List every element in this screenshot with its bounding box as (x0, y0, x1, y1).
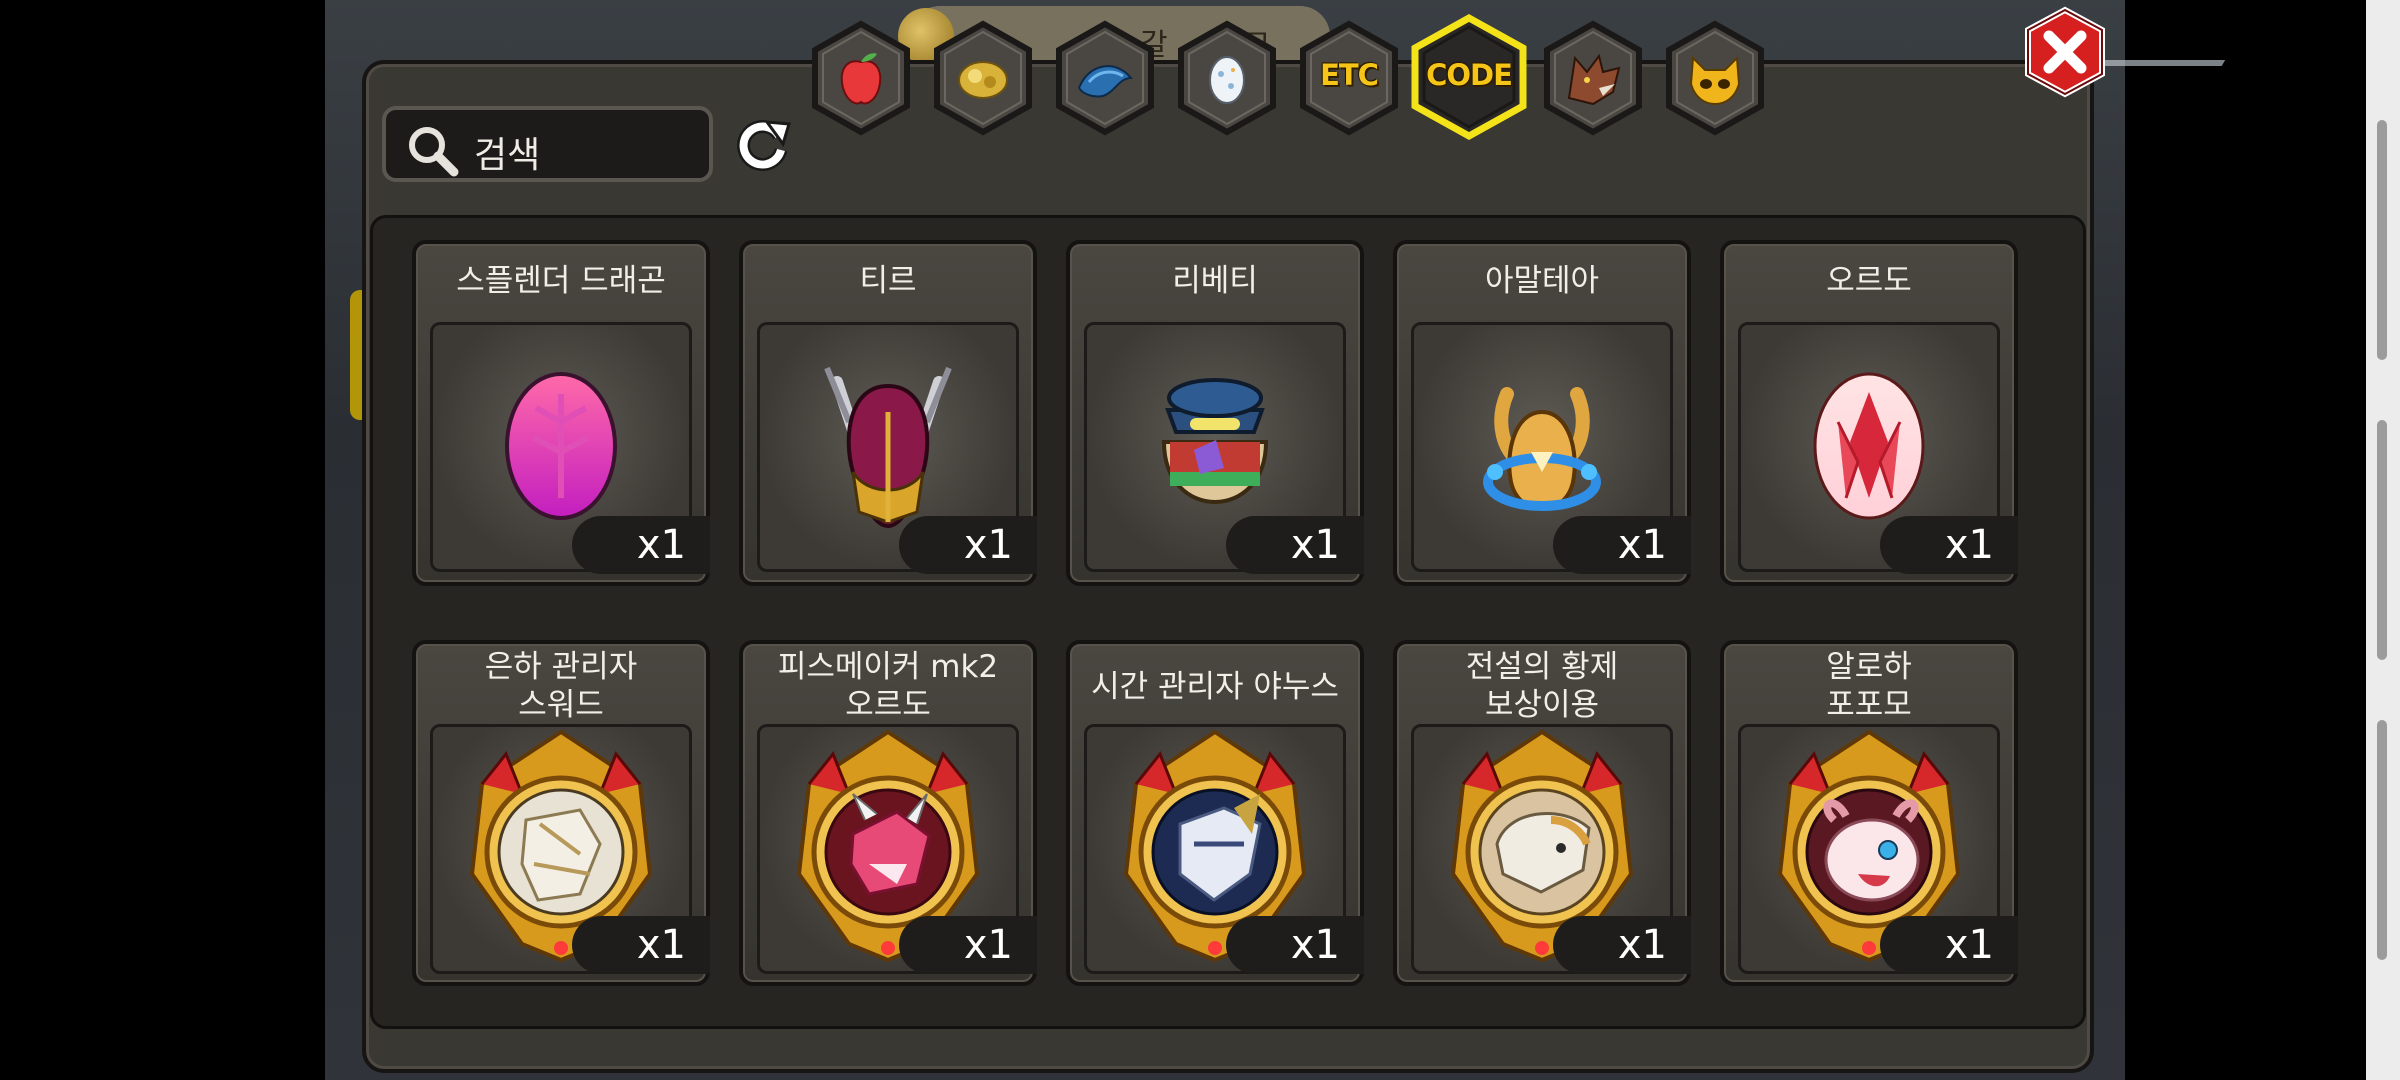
quantity-badge: x1 (572, 916, 710, 974)
item-quantity: x1 (963, 522, 1013, 568)
quantity-badge: x1 (572, 516, 710, 574)
quantity-badge: x1 (1880, 516, 2018, 574)
item-name: 알로하 포포모 (1826, 649, 1912, 723)
tab-fish[interactable] (1053, 20, 1157, 136)
item-name: 오르도 (1826, 263, 1912, 299)
apple-icon (840, 53, 882, 105)
egg-icon (1209, 56, 1245, 104)
tab-wolf[interactable] (1541, 20, 1645, 136)
search-icon (409, 127, 459, 177)
item-quantity: x1 (1290, 922, 1340, 968)
quantity-badge: x1 (1553, 516, 1691, 574)
quantity-badge: x1 (899, 916, 1037, 974)
mask-icon (1689, 55, 1741, 106)
item-quantity: x1 (963, 922, 1013, 968)
quantity-badge: x1 (1553, 916, 1691, 974)
wolf-icon (1567, 53, 1621, 106)
item-quantity: x1 (1944, 522, 1994, 568)
item-name: 시간 관리자 야누스 (1091, 669, 1339, 705)
item-quantity: x1 (1290, 522, 1340, 568)
item-name: 아말테아 (1484, 263, 1600, 299)
item-name: 전설의 황제 보상이용 (1465, 649, 1619, 723)
quantity-badge: x1 (899, 516, 1037, 574)
quantity-badge: x1 (1226, 516, 1364, 574)
tab-etc-label: ETC (1320, 58, 1379, 92)
item-quantity: x1 (1617, 922, 1667, 968)
tab-etc[interactable]: ETC (1297, 20, 1401, 136)
close-icon[interactable] (2022, 6, 2108, 98)
item-quantity: x1 (636, 922, 686, 968)
item-card[interactable]: 시간 관리자 야누스 x1 (1066, 640, 1364, 986)
tab-code-label: CODE (1426, 58, 1513, 92)
item-card[interactable]: 피스메이커 mk2 오르도 x1 (739, 640, 1037, 986)
fish-icon (1077, 65, 1134, 98)
item-name: 리베티 (1172, 263, 1258, 299)
scrollbar-thumb[interactable] (2377, 120, 2387, 360)
background-decoration (2101, 20, 2249, 66)
tab-fruit[interactable] (809, 20, 913, 136)
item-card[interactable]: 리베티 x1 (1066, 240, 1364, 586)
item-card[interactable]: 아말테아 x1 (1393, 240, 1691, 586)
search-input[interactable]: 검색 (382, 106, 713, 182)
item-name: 스플렌더 드래곤 (456, 263, 666, 299)
scrollbar-thumb[interactable] (2377, 420, 2387, 660)
search-label: 검색 (474, 135, 541, 176)
item-card[interactable]: 전설의 황제 보상이용 x1 (1393, 640, 1691, 986)
item-quantity: x1 (636, 522, 686, 568)
item-card[interactable]: 알로하 포포모 x1 (1720, 640, 2018, 986)
item-card[interactable]: 오르도 x1 (1720, 240, 2018, 586)
refresh-icon[interactable] (733, 114, 793, 174)
item-card[interactable]: 티르 x1 (739, 240, 1037, 586)
item-name: 피스메이커 mk2 오르도 (777, 649, 999, 723)
item-name: 은하 관리자 스워드 (484, 649, 638, 723)
item-card[interactable]: 은하 관리자 스워드 x1 (412, 640, 710, 986)
quantity-badge: x1 (1880, 916, 2018, 974)
item-quantity: x1 (1944, 922, 1994, 968)
scrollbar-thumb[interactable] (2377, 720, 2387, 960)
quantity-badge: x1 (1226, 916, 1364, 974)
item-card[interactable]: 스플렌더 드래곤 x1 (412, 240, 710, 586)
item-name: 티르 (859, 263, 917, 299)
tab-egg[interactable] (1175, 20, 1279, 136)
tab-mask[interactable] (1663, 20, 1767, 136)
item-quantity: x1 (1617, 522, 1667, 568)
tab-gold[interactable] (931, 20, 1035, 136)
tab-code[interactable]: CODE (1409, 14, 1529, 140)
gold-nugget-icon (958, 61, 1008, 99)
